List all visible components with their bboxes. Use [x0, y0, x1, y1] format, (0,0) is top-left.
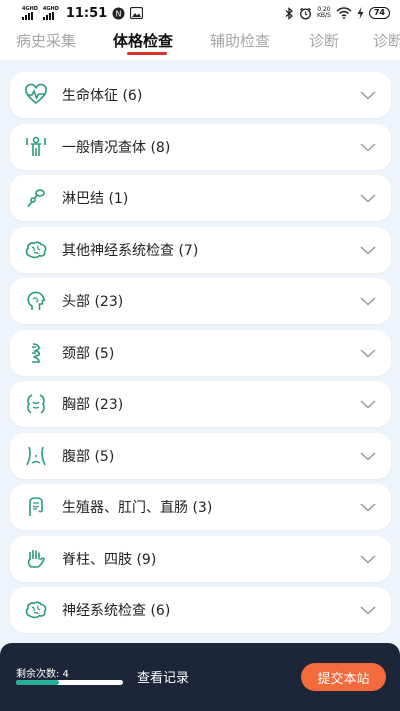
status-bar: 4GHD 4GHD 11:51 N 0.20 KB/S 74 — [0, 0, 400, 26]
list-item-label: 生命体征 (6) — [62, 88, 143, 104]
abdomen-icon — [24, 444, 48, 468]
list-item-genital-anal-rectal[interactable]: 生殖器、肛门、直肠 (3) — [10, 484, 391, 530]
list-item-label: 一般情况查体 (8) — [62, 139, 171, 156]
chest-icon — [24, 392, 48, 416]
submit-station-button[interactable]: 提交本站 — [301, 663, 386, 691]
list-item-head[interactable]: 头部 (23) — [10, 278, 391, 324]
list-item-label: 其他神经系统检查 (7) — [62, 242, 199, 259]
list-item-vital-signs[interactable]: 生命体征 (6) — [10, 72, 391, 118]
hand-icon — [24, 547, 48, 571]
list-item-label: 腹部 (5) — [62, 448, 115, 465]
list-item-other-neuro-exam[interactable]: 其他神经系统检查 (7) — [10, 226, 391, 273]
tab-medical-history[interactable]: 病史采集 — [16, 30, 76, 58]
tab-diagnosis-overflow[interactable]: 诊断 — [373, 30, 400, 58]
tab-bar: 病史采集 体格检查 辅助检查 诊断 诊断 — [0, 26, 400, 60]
signal-1-icon: 4GHD — [22, 6, 38, 20]
remaining-progress-bar — [16, 680, 123, 685]
chevron-down-icon — [360, 606, 376, 615]
chevron-down-icon — [360, 142, 376, 152]
list-item-label: 头部 (23) — [62, 294, 124, 310]
notification-icon: N — [112, 7, 125, 20]
charging-icon — [357, 7, 364, 19]
chevron-down-icon — [360, 91, 376, 100]
notification-badge-text: N — [116, 9, 122, 18]
chevron-down-icon — [360, 400, 376, 409]
brain-icon — [24, 238, 48, 262]
list-item-label: 神经系统检查 (6) — [62, 603, 171, 619]
alarm-icon — [299, 7, 312, 20]
list-item-chest[interactable]: 胸部 (23) — [10, 381, 391, 427]
neck-icon — [24, 341, 48, 365]
network-speed-unit: KB/S — [316, 12, 331, 19]
heartbeat-icon — [24, 83, 48, 107]
bottom-action-bar: 剩余次数: 4 查看记录 提交本站 — [0, 643, 400, 711]
head-icon — [24, 289, 48, 313]
bluetooth-icon — [285, 6, 294, 20]
chevron-down-icon — [360, 297, 376, 306]
chevron-down-icon — [360, 348, 376, 358]
active-tab-indicator — [127, 52, 167, 55]
intestine-icon — [24, 495, 48, 519]
list-item-spine-limbs[interactable]: 脊柱、四肢 (9) — [10, 535, 391, 582]
remaining-count-label: 剩余次数: 4 — [16, 669, 69, 680]
network-speed: 0.20 KB/S — [317, 7, 331, 19]
remaining-progress-fill — [16, 680, 59, 685]
list-item-neck[interactable]: 颈部 (5) — [10, 329, 391, 376]
list-item-lymph-nodes[interactable]: 淋巴结 (1) — [10, 175, 391, 221]
list-item-label: 颈部 (5) — [62, 345, 115, 362]
battery-level: 74 — [368, 7, 390, 19]
tab-diagnosis[interactable]: 诊断 — [309, 30, 339, 58]
lymph-node-icon — [24, 186, 48, 210]
chevron-down-icon — [360, 503, 376, 512]
view-records-button[interactable]: 查看记录 — [137, 667, 189, 686]
exam-category-list: 生命体征 (6) 一般情况查体 (8) 淋巴结 (1) 其他神经系统检查 (7)… — [10, 72, 391, 639]
tab-auxiliary-exam[interactable]: 辅助检查 — [210, 30, 270, 58]
chevron-down-icon — [360, 245, 376, 255]
signal-2-icon: 4GHD — [42, 6, 59, 20]
chevron-down-icon — [360, 554, 376, 564]
body-figure-icon — [24, 135, 48, 159]
clock-time: 11:51 — [65, 5, 108, 21]
list-item-label: 脊柱、四肢 (9) — [62, 551, 157, 568]
brain-icon — [24, 598, 48, 622]
chevron-down-icon — [360, 451, 376, 461]
image-icon — [130, 7, 144, 19]
list-item-general-exam[interactable]: 一般情况查体 (8) — [10, 123, 391, 170]
list-item-label: 胸部 (23) — [62, 397, 124, 413]
list-item-neuro-exam[interactable]: 神经系统检查 (6) — [10, 587, 391, 633]
list-item-label: 生殖器、肛门、直肠 (3) — [62, 500, 213, 516]
list-item-label: 淋巴结 (1) — [62, 191, 129, 207]
status-left: 4GHD 4GHD 11:51 N — [22, 5, 144, 21]
status-right: 0.20 KB/S 74 — [285, 7, 390, 20]
chevron-down-icon — [360, 194, 376, 203]
wifi-icon — [336, 7, 352, 19]
list-item-abdomen[interactable]: 腹部 (5) — [10, 432, 391, 479]
